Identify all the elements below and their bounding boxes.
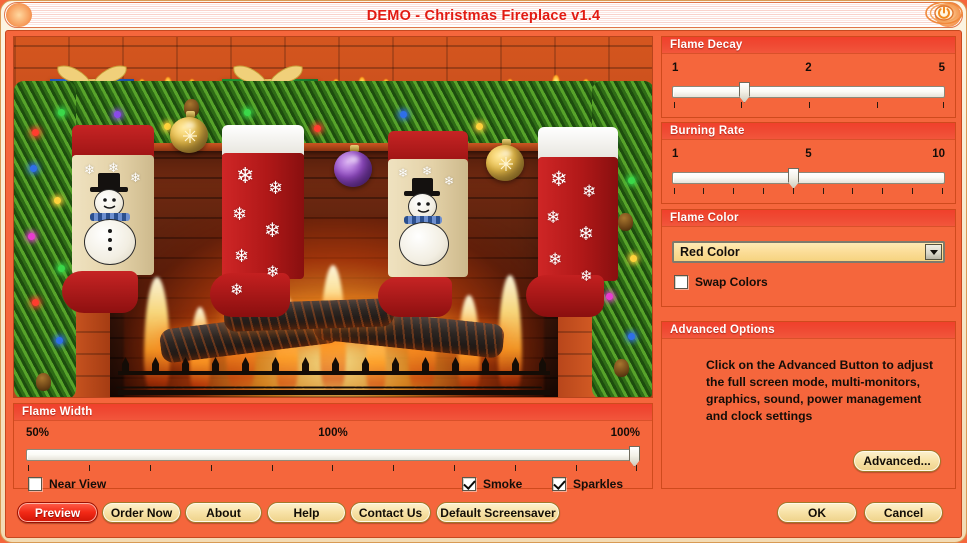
burning-rate-min-label: 1 [672, 148, 679, 160]
order-now-button[interactable]: Order Now [102, 502, 181, 523]
flame-color-body: Red Color Swap Colors [662, 227, 955, 306]
garland-left [14, 81, 76, 397]
near-view-checkbox[interactable] [28, 477, 42, 491]
burning-rate-labels: 1 5 10 [672, 148, 945, 164]
burning-rate-thumb[interactable] [788, 168, 800, 189]
flame-width-min-label: 50% [26, 427, 50, 439]
burning-rate-mid-label: 5 [805, 148, 812, 160]
smoke-checkbox-row[interactable]: Smoke [462, 477, 522, 491]
flame-decay-body: 1 2 5 [662, 62, 955, 125]
stocking-snowman: ❄ ❄ ❄ [62, 125, 154, 313]
near-view-checkbox-row[interactable]: Near View [28, 477, 106, 491]
burning-rate-slider[interactable] [672, 168, 945, 200]
group-title-flame-decay: Flame Decay [662, 37, 955, 54]
help-line-3: graphics, sound, power management [706, 392, 922, 406]
default-screensaver-button[interactable]: Default Screensaver [436, 502, 560, 523]
stocking-snowflake-right: ❄ ❄ ❄ ❄ ❄ ❄ [526, 127, 618, 317]
flame-width-track[interactable] [26, 449, 640, 461]
about-button[interactable]: About [185, 502, 262, 523]
window-title: DEMO - Christmas Fireplace v1.4 [366, 8, 601, 24]
flame-decay-mid-label: 2 [805, 62, 812, 74]
swap-colors-checkbox[interactable] [674, 275, 688, 289]
cancel-button[interactable]: Cancel [864, 502, 943, 523]
ornament-purple [334, 151, 372, 187]
flame-decay-slider[interactable] [672, 82, 945, 114]
group-flame-decay: Flame Decay 1 2 5 [661, 36, 956, 118]
flame-width-ticks [26, 465, 640, 472]
group-title-flame-color: Flame Color [662, 210, 955, 227]
group-flame-color: Flame Color Red Color Swap Colors [661, 209, 956, 307]
burning-rate-body: 1 5 10 [662, 148, 955, 211]
stocking-snowman-2: ❄ ❄ ❄ [378, 131, 468, 317]
help-line-4: and clock settings [706, 409, 813, 423]
preview-button[interactable]: Preview [17, 502, 98, 523]
group-advanced-options: Advanced Options Click on the Advanced B… [661, 321, 956, 489]
help-line-1: Click on the Advanced Button to adjust [706, 358, 934, 372]
flame-width-labels: 50% 100% 100% [26, 427, 640, 443]
advanced-options-body: Click on the Advanced Button to adjust t… [662, 339, 955, 488]
chevron-down-icon[interactable] [925, 244, 942, 260]
flame-decay-track[interactable] [672, 86, 945, 98]
flame-decay-ticks [672, 102, 945, 109]
group-title-advanced-options: Advanced Options [662, 322, 955, 339]
help-button[interactable]: Help [267, 502, 346, 523]
flame-decay-labels: 1 2 5 [672, 62, 945, 78]
flame-width-thumb[interactable] [629, 446, 640, 467]
sparkles-label: Sparkles [573, 477, 624, 491]
advanced-button[interactable]: Advanced... [853, 450, 941, 472]
flame-color-selected-value: Red Color [680, 245, 740, 259]
flame-width-value-label: 100% [318, 427, 348, 439]
group-flame-width: Flame Width 50% 100% 100% Near View Smok… [13, 403, 653, 491]
smoke-label: Smoke [483, 477, 523, 491]
sparkles-checkbox-row[interactable]: Sparkles [552, 477, 623, 491]
swap-colors-label: Swap Colors [695, 275, 768, 289]
application-window: DEMO - Christmas Fireplace v1.4 ❄ ❄ ❄ ❄ … [0, 0, 967, 543]
near-view-label: Near View [49, 477, 107, 491]
burning-rate-track[interactable] [672, 172, 945, 184]
swap-colors-checkbox-row[interactable]: Swap Colors [674, 275, 768, 289]
flame-decay-max-label: 5 [938, 62, 945, 74]
group-title-burning-rate: Burning Rate [662, 123, 955, 140]
sparkles-checkbox[interactable] [552, 477, 566, 491]
contact-us-button[interactable]: Contact Us [350, 502, 431, 523]
flame-decay-thumb[interactable] [738, 82, 750, 103]
christmas-fireplace-preview[interactable]: ❄ ❄ ❄ ❄ ❄ ❄ ❄ ❄ ❄ ❄ ❄ ❄ ❄ ❄ ❄ ❄ ❄ ❄ ❄ [13, 36, 653, 398]
help-line-2: the full screen mode, multi-monitors, [706, 375, 920, 389]
group-title-flame-width: Flame Width [14, 404, 652, 421]
flame-width-slider[interactable] [26, 446, 640, 474]
ornament-snowflake-decor [499, 157, 513, 171]
ok-button[interactable]: OK [777, 502, 857, 523]
burning-rate-ticks [672, 188, 945, 195]
flame-decay-min-label: 1 [672, 62, 679, 74]
advanced-options-help-text: Click on the Advanced Button to adjust t… [706, 357, 946, 425]
group-burning-rate: Burning Rate 1 5 10 [661, 122, 956, 204]
power-button-icon[interactable] [925, 1, 963, 25]
stocking-snowflake-left: ❄ ❄ ❄ ❄ ❄ ❄ ❄ [210, 125, 304, 317]
flame-color-dropdown[interactable]: Red Color [672, 241, 945, 263]
smoke-checkbox[interactable] [462, 477, 476, 491]
flame-width-body: 50% 100% 100% Near View Smoke Sparkles [14, 427, 652, 494]
burning-rate-max-label: 10 [932, 148, 945, 160]
title-bar: DEMO - Christmas Fireplace v1.4 [4, 2, 963, 28]
flame-width-max-label: 100% [610, 427, 640, 439]
ornament-snowflake-decor [183, 129, 197, 143]
fireplace-grate [118, 357, 550, 397]
